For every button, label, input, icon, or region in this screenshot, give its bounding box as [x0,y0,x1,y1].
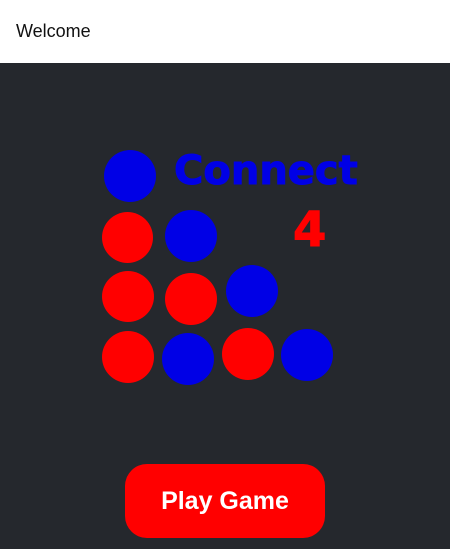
main-area: Connect 4 Play Game [0,63,450,549]
red-disc [165,273,217,325]
red-disc [102,331,154,383]
logo-number: 4 [292,202,327,258]
blue-disc [104,150,156,202]
blue-disc [226,265,278,317]
page-title: Welcome [16,21,91,41]
header-bar: Welcome [0,0,450,63]
blue-disc [281,329,333,381]
blue-disc [162,333,214,385]
play-game-button[interactable]: Play Game [125,464,325,538]
red-disc [102,212,153,263]
blue-disc [165,210,217,262]
red-disc [102,271,154,322]
red-disc [222,328,274,380]
logo-word: Connect [174,148,359,194]
